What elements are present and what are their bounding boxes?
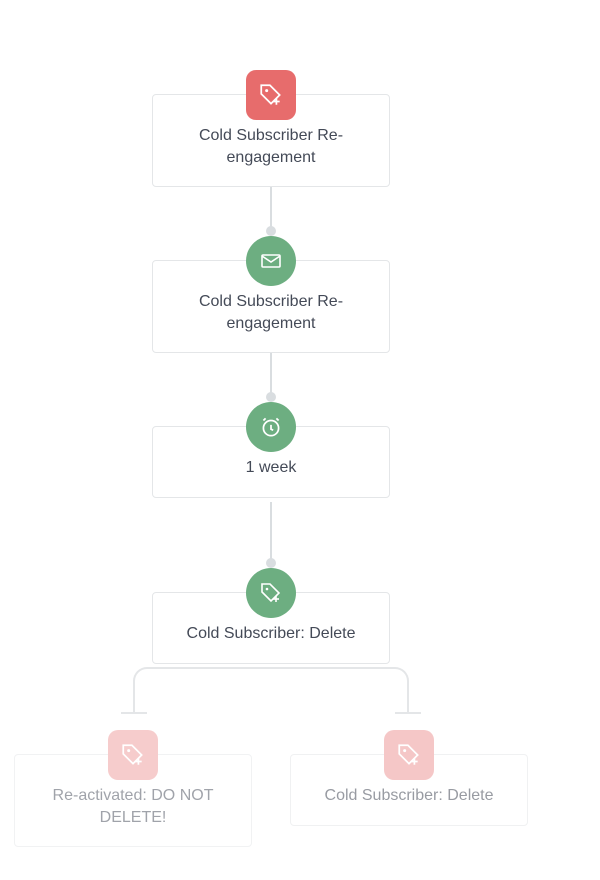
flow-node-branch-right[interactable]: Cold Subscriber: Delete [290, 754, 528, 826]
flow-node-trigger[interactable]: Cold Subscriber Re-engagement [152, 94, 390, 187]
flow-node-email[interactable]: Cold Subscriber Re-engagement [152, 260, 390, 353]
flow-node-condition[interactable]: Cold Subscriber: Delete [152, 592, 390, 664]
branch-stub [407, 696, 409, 712]
flow-canvas: Cold Subscriber Re-engagement Cold Subsc… [0, 0, 600, 880]
branch-stub [133, 696, 135, 712]
node-label: Cold Subscriber: Delete [171, 623, 371, 645]
tag-add-icon [246, 568, 296, 618]
tag-add-icon [246, 70, 296, 120]
node-label: Cold Subscriber Re-engagement [171, 125, 371, 168]
flow-node-delay[interactable]: 1 week [152, 426, 390, 498]
branch-split [133, 667, 409, 697]
connector-dot [266, 226, 276, 236]
clock-icon [246, 402, 296, 452]
envelope-icon [246, 236, 296, 286]
node-label: Cold Subscriber: Delete [309, 785, 509, 807]
connector-dot [266, 392, 276, 402]
branch-tick [121, 712, 147, 714]
flow-node-branch-left[interactable]: Re-activated: DO NOT DELETE! [14, 754, 252, 847]
tag-add-icon [384, 730, 434, 780]
node-label: Re-activated: DO NOT DELETE! [33, 785, 233, 828]
branch-tick [395, 712, 421, 714]
connector-dot [266, 558, 276, 568]
node-label: 1 week [171, 457, 371, 479]
node-label: Cold Subscriber Re-engagement [171, 291, 371, 334]
tag-add-icon [108, 730, 158, 780]
connector [270, 502, 272, 562]
